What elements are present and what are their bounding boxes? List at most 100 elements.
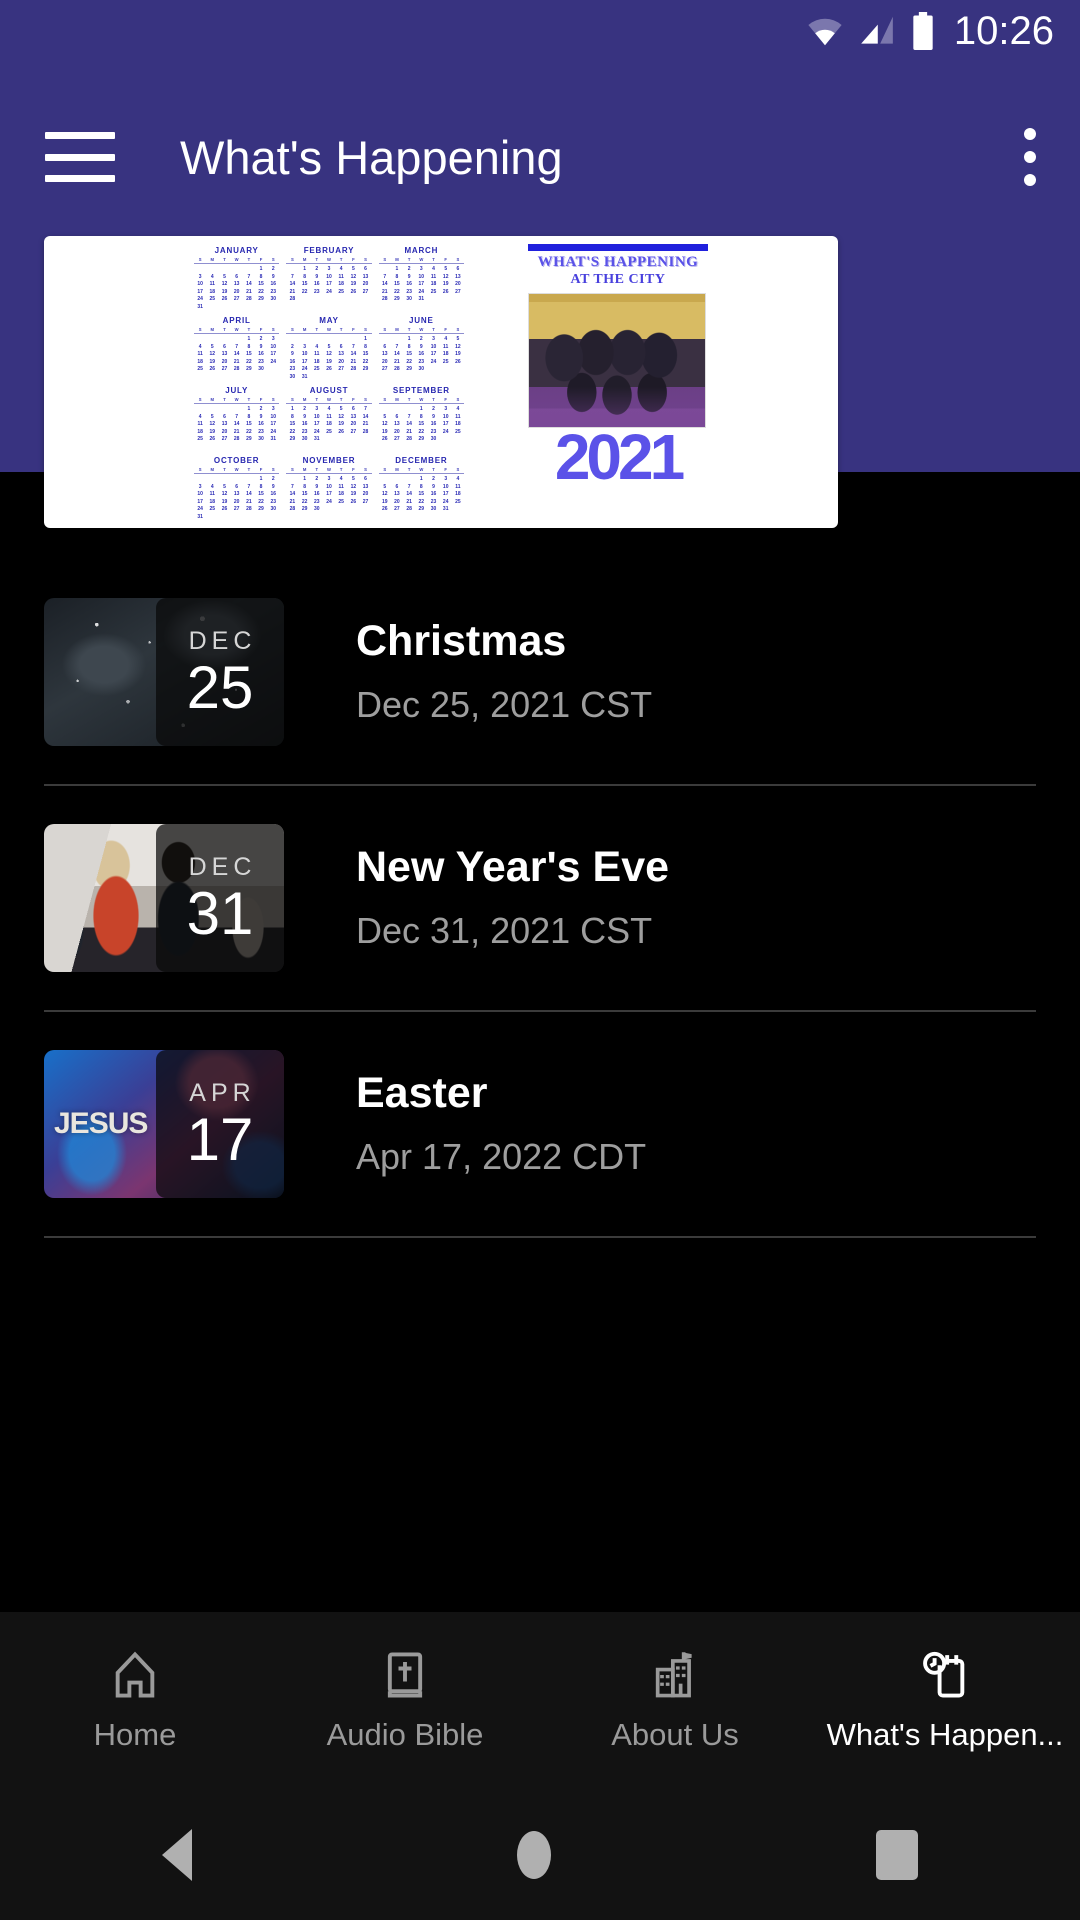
tab-about-us-label: About Us (611, 1717, 739, 1752)
calendar-day-initials: SMTWTFS (378, 257, 464, 264)
calendar-days: 1 2 3 4 5 6 7 8 9 10 11 12 13 14 15 16 17 18 19 20 21 22 23 24 2… (381, 266, 461, 302)
calendar-day-initials: SMTWTFS (378, 467, 464, 474)
event-title: Christmas (356, 617, 567, 666)
calendar-day-initials: SMTWTFS (286, 467, 372, 474)
calendar-days: 1 2 3 4 5 6 7 8 9 10 11 12 13 14 15 16 17 18 19 20 21 22 23 24 2… (381, 336, 461, 372)
event-chip-day: 17 (186, 1105, 254, 1173)
calendar-day-initials: SMTWTFS (378, 397, 464, 404)
calendar-month-name: SEPTEMBER (392, 386, 450, 395)
event-thumbnail: JESUS APR 17 (44, 1050, 284, 1198)
wifi-icon (806, 15, 844, 47)
calendar-month-name: OCTOBER (213, 456, 260, 465)
app-bar-row: What's Happening (0, 92, 1080, 222)
calendar-day-initials: SMTWTFS (194, 397, 280, 404)
calendar-days: 1 2 3 4 5 6 7 8 9 10 11 12 13 14 15 16 17 18 19 20 21 22 23 24 2… (289, 476, 369, 512)
calendar-clock-icon (919, 1649, 971, 1701)
calendar-days: 1 2 3 4 5 6 7 8 9 10 11 12 13 14 15 16 17 18 19 20 21 22 23 24 2… (197, 406, 276, 442)
calendar-month: APRIL S M T W T F S 1 2 3 4 5 6 7 8 9 10 11 12 13 14 15 16 17 18 1… (194, 316, 280, 384)
calendar-month-name: JULY (225, 386, 249, 395)
calendar-month: JANUARY S M T W T F S 1 2 3 4 5 6 7 8 9 10 11 12 13 14 15 16 17 1… (194, 246, 280, 314)
calendar-day-initials: SMTWTFS (194, 257, 280, 264)
event-date-chip: DEC 25 (156, 598, 284, 746)
calendar-days: 1 2 3 4 5 6 7 8 9 10 11 12 13 14 15 16 17 18 19 20 21 22 23 24 2… (381, 406, 461, 442)
event-thumbnail: DEC 31 (44, 824, 284, 972)
calendar-month: AUGUST S M T W T F S 1 2 3 4 5 6 7 8 9 10 11 12 13 14 15 16 17 18… (286, 386, 372, 454)
status-icons (806, 12, 936, 51)
calendar-month: DECEMBER S M T W T F S 1 2 3 4 5 6 7 8 9 10 11 12 13 14 15 16 17… (378, 456, 464, 524)
page-title: What's Happening (180, 130, 563, 184)
calendar-days: 1 2 3 4 5 6 7 8 9 10 11 12 13 14 15 16 17 18 19 20 21 22 23 24 2… (289, 336, 369, 380)
status-bar: 10:26 (0, 0, 1080, 62)
calendar-month: NOVEMBER S M T W T F S 1 2 3 4 5 6 7 8 9 10 11 12 13 14 15 16 17… (286, 456, 372, 524)
calendar-days: 1 2 3 4 5 6 7 8 9 10 11 12 13 14 15 16 17 18 19 20 21 22 23 24 2… (289, 266, 369, 302)
tab-home-label: Home (93, 1717, 177, 1752)
event-title: New Year's Eve (356, 843, 670, 892)
poster-block: WHAT'S HAPPENING AT THE CITY 2021 (528, 244, 708, 526)
system-navigation-bar (0, 1790, 1080, 1920)
calendar-day-initials: SMTWTFS (194, 467, 280, 474)
event-date-chip: APR 17 (156, 1050, 284, 1198)
calendar-month-name: JANUARY (214, 246, 259, 255)
event-date-text: Apr 17, 2022 CDT (356, 1135, 647, 1177)
tab-whats-happening[interactable]: What's Happen... (810, 1649, 1080, 1753)
calendar-days: 1 2 3 4 5 6 7 8 9 10 11 12 13 14 15 16 17 18 19 20 21 22 23 24 2… (197, 336, 276, 372)
calendar-month: SEPTEMBER S M T W T F S 1 2 3 4 5 6 7 8 9 10 11 12 13 14 15 16 1… (378, 386, 464, 454)
poster-top-rule (528, 244, 708, 251)
back-triangle-icon[interactable] (162, 1829, 193, 1881)
calendar-day-initials: SMTWTFS (194, 327, 280, 334)
calendar-days: 1 2 3 4 5 6 7 8 9 10 11 12 13 14 15 16 17 18 19 20 21 22 23 24 2… (197, 476, 276, 520)
event-thumbnail: DEC 25 (44, 598, 284, 746)
poster-headline-2: AT THE CITY (570, 272, 666, 287)
event-chip-month: DEC (188, 852, 257, 881)
event-date-text: Dec 31, 2021 CST (356, 909, 653, 951)
tab-audio-bible[interactable]: Audio Bible (270, 1649, 540, 1753)
calendar-month-name: AUGUST (309, 386, 349, 395)
announcement-banner-card[interactable]: JANUARY S M T W T F S 1 2 3 4 5 6 7 8 9 10 11 12 13 14 15 16 17 1… (44, 236, 838, 528)
calendar-grid: JANUARY S M T W T F S 1 2 3 4 5 6 7 8 9 10 11 12 13 14 15 16 17 1… (194, 246, 464, 521)
bottom-tab-bar: Home Audio Bible About Us What's Happen.… (0, 1612, 1080, 1790)
home-circle-icon[interactable] (516, 1831, 551, 1879)
calendar-day-initials: SMTWTFS (286, 397, 372, 404)
calendar-month-name: NOVEMBER (302, 456, 356, 465)
calendar-day-initials: SMTWTFS (286, 327, 372, 334)
overflow-menu-icon[interactable] (1024, 128, 1036, 186)
event-chip-month: APR (189, 1078, 256, 1107)
calendar-month: JULY S M T W T F S 1 2 3 4 5 6 7 8 9 10 11 12 13 14 15 16 17 18 19… (194, 386, 280, 454)
event-list-item[interactable]: DEC 25 Christmas Dec 25, 2021 CST (0, 560, 1080, 784)
poster-year: 2021 (554, 421, 685, 493)
event-list-item[interactable]: DEC 31 New Year's Eve Dec 31, 2021 CST (0, 786, 1080, 1010)
hamburger-menu-icon[interactable] (45, 132, 115, 182)
event-list-item[interactable]: JESUS APR 17 Easter Apr 17, 2022 CDT (0, 1012, 1080, 1236)
recents-square-icon[interactable] (875, 1830, 918, 1880)
event-date-text: Dec 25, 2021 CST (356, 683, 653, 725)
calendar-month: MARCH S M T W T F S 1 2 3 4 5 6 7 8 9 10 11 12 13 14 15 16 17 18 1… (378, 246, 464, 314)
tab-audio-bible-label: Audio Bible (326, 1717, 484, 1752)
poster-headline-1: WHAT'S HAPPENING (537, 254, 699, 270)
tab-home[interactable]: Home (0, 1649, 270, 1753)
event-date-chip: DEC 31 (156, 824, 284, 972)
calendar-month-name: JUNE (409, 316, 434, 325)
app-screen: 10:26 What's Happening JANUARY S M T W T F S 1 2 3… (0, 0, 1080, 1920)
calendar-month: OCTOBER S M T W T F S 1 2 3 4 5 6 7 8 9 10 11 12 13 14 15 16 17 1… (194, 456, 280, 524)
event-chip-day: 25 (186, 653, 254, 721)
calendar-days: 1 2 3 4 5 6 7 8 9 10 11 12 13 14 15 16 17 18 19 20 21 22 23 24 2… (197, 266, 276, 310)
battery-icon (910, 12, 936, 51)
bible-book-icon (379, 1649, 431, 1701)
calendar-month: MAY S M T W T F S 1 2 3 4 5 6 7 8 9 10 11 12 13 14 15 16 17 18 19 2… (286, 316, 372, 384)
tab-about-us[interactable]: About Us (540, 1649, 810, 1753)
calendar-day-initials: SMTWTFS (378, 327, 464, 334)
cellular-signal-icon (858, 14, 896, 48)
calendar-month-name: DECEMBER (395, 456, 448, 465)
event-text-block: New Year's Eve Dec 31, 2021 CST (356, 844, 669, 951)
calendar-month-name: APRIL (222, 316, 251, 325)
calendar-month-name: FEBRUARY (303, 246, 355, 255)
calendar-month: FEBRUARY S M T W T F S 1 2 3 4 5 6 7 8 9 10 11 12 13 14 15 16 17… (286, 246, 372, 314)
tab-whats-happening-label: What's Happen... (826, 1717, 1064, 1752)
list-divider (44, 1236, 1036, 1238)
status-bar-clock: 10:26 (953, 9, 1054, 53)
event-title: Easter (356, 1069, 488, 1118)
event-chip-day: 31 (186, 879, 254, 947)
building-city-icon (649, 1649, 701, 1701)
event-chip-month: DEC (188, 626, 257, 655)
calendar-day-initials: SMTWTFS (286, 257, 372, 264)
